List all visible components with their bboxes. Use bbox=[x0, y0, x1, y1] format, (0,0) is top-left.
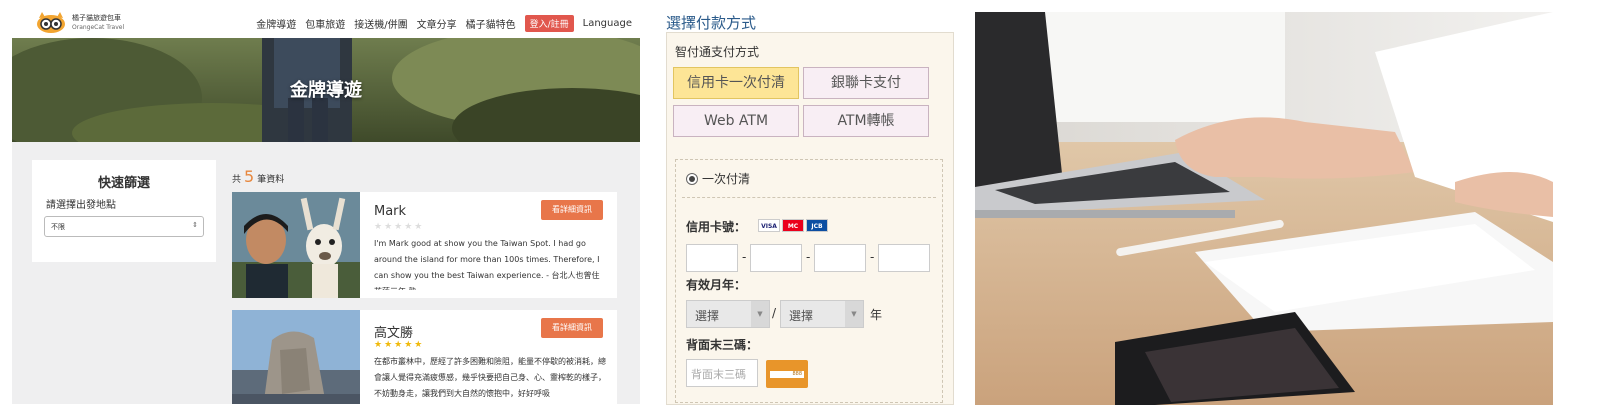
rating-stars: ★★★★★ bbox=[374, 340, 425, 350]
view-details-button[interactable]: 看詳細資訊 bbox=[541, 200, 603, 220]
jcb-icon: JCB bbox=[806, 219, 828, 232]
result-count: 共 5 筆資料 bbox=[232, 167, 284, 186]
view-details-button[interactable]: 看詳細資訊 bbox=[541, 318, 603, 338]
expiry-year-select[interactable]: 選擇 ▼ bbox=[780, 300, 864, 328]
payment-box: 智付通支付方式 信用卡一次付清 銀聯卡支付 Web ATM ATM轉帳 一次付清… bbox=[666, 32, 954, 405]
year-suffix: 年 bbox=[870, 308, 883, 322]
orange-cat-logo[interactable] bbox=[36, 12, 66, 34]
language-menu[interactable]: Language bbox=[583, 18, 632, 29]
credit-card-form: 一次付清 信用卡號： VISA MC JCB - - - 有效月年： 選擇 ▼ … bbox=[675, 159, 943, 403]
guide-description: I'm Mark good at show you the Taiwan Spo… bbox=[374, 239, 600, 290]
nav-item-articles[interactable]: 文章分享 bbox=[417, 16, 457, 31]
hero-title: 金牌導遊 bbox=[290, 80, 362, 101]
screenshot-collage: 橘子貓旅遊包車 OrangeCat Travel 金牌導遊 包車旅遊 接送機/併… bbox=[0, 0, 1600, 415]
result-count-suffix: 筆資料 bbox=[257, 175, 285, 185]
dash-separator: - bbox=[742, 250, 747, 264]
card-number-label: 信用卡號： bbox=[686, 220, 747, 234]
visa-icon: VISA bbox=[758, 219, 780, 232]
select-arrows-icon: ⇕ bbox=[192, 221, 198, 229]
tab-unionpay[interactable]: 銀聯卡支付 bbox=[803, 67, 929, 99]
brand-name-en: OrangeCat Travel bbox=[72, 24, 125, 31]
slash-separator: / bbox=[772, 306, 777, 320]
quick-filter-panel: 快速篩選 請選擇出發地點 不限 ⇕ bbox=[32, 160, 216, 262]
nav-menu: 金牌導遊 包車旅遊 接送機/併團 文章分享 橘子貓特色 登入/註冊 Langua… bbox=[256, 15, 632, 32]
radio-selected-icon[interactable] bbox=[686, 172, 698, 185]
mastercard-icon: MC bbox=[782, 219, 804, 232]
tab-atm-transfer[interactable]: ATM轉帳 bbox=[803, 105, 929, 137]
departure-label: 請選擇出發地點 bbox=[46, 200, 116, 211]
card-number-input-4[interactable] bbox=[878, 244, 930, 272]
chevron-down-icon: ▼ bbox=[845, 301, 863, 327]
dash-separator: - bbox=[870, 250, 875, 264]
one-time-payment-option[interactable]: 一次付清 bbox=[686, 170, 750, 187]
nav-item-airport-transfer[interactable]: 接送機/併團 bbox=[354, 16, 407, 31]
expiry-month-value: 選擇 bbox=[695, 309, 720, 323]
cvv-hint-number: 888 bbox=[770, 371, 804, 378]
cvv-input[interactable]: 背面末三碼 bbox=[686, 359, 758, 387]
rating-stars: ★★★★★ bbox=[374, 222, 425, 232]
dash-separator: - bbox=[806, 250, 811, 264]
guide-photo[interactable] bbox=[232, 310, 360, 404]
guide-name: 高文勝 bbox=[374, 326, 414, 341]
card-brand-logos: VISA MC JCB bbox=[758, 219, 828, 232]
payment-panel: 選擇付款方式 智付通支付方式 信用卡一次付清 銀聯卡支付 Web ATM ATM… bbox=[662, 10, 960, 405]
cvv-hint-card-icon: 888 bbox=[766, 360, 808, 388]
brand-name-zh: 橘子貓旅遊包車 bbox=[72, 14, 121, 22]
chevron-down-icon: ▼ bbox=[751, 301, 769, 327]
tab-credit-card-full[interactable]: 信用卡一次付清 bbox=[673, 67, 799, 99]
expiry-label: 有效月年： bbox=[686, 278, 747, 292]
laptop-work-photo bbox=[975, 12, 1553, 405]
payment-provider-title: 智付通支付方式 bbox=[675, 45, 760, 59]
card-number-input-2[interactable] bbox=[750, 244, 802, 272]
departure-select-value: 不限 bbox=[51, 223, 65, 231]
card-number-input-1[interactable] bbox=[686, 244, 738, 272]
guide-photo[interactable] bbox=[232, 192, 360, 298]
tab-web-atm[interactable]: Web ATM bbox=[673, 105, 799, 137]
one-time-payment-label: 一次付清 bbox=[702, 172, 751, 186]
guide-description: 在都市叢林中，歷經了許多困難和險阻，能量不停歇的被消耗，總會讓人覺得充滿疲憊感，… bbox=[374, 357, 606, 398]
divider bbox=[682, 197, 936, 198]
guide-card[interactable]: Mark ★★★★★ I'm Mark good at show you the… bbox=[232, 192, 617, 298]
nav-item-features[interactable]: 橘子貓特色 bbox=[466, 16, 516, 31]
travel-site-panel: 橘子貓旅遊包車 OrangeCat Travel 金牌導遊 包車旅遊 接送機/併… bbox=[12, 10, 640, 404]
hero-banner: 金牌導遊 bbox=[12, 38, 640, 142]
guide-name: Mark bbox=[374, 204, 407, 219]
nav-item-gold-guide[interactable]: 金牌導遊 bbox=[256, 16, 296, 31]
payment-method-title: 選擇付款方式 bbox=[666, 14, 757, 32]
guide-card[interactable]: 高文勝 ★★★★★ 在都市叢林中，歷經了許多困難和險阻，能量不停歇的被消耗，總會… bbox=[232, 310, 617, 404]
result-count-number: 5 bbox=[244, 167, 255, 186]
nav-item-charter[interactable]: 包車旅遊 bbox=[305, 16, 345, 31]
card-number-input-3[interactable] bbox=[814, 244, 866, 272]
brand-name[interactable]: 橘子貓旅遊包車 OrangeCat Travel bbox=[72, 14, 124, 32]
expiry-year-value: 選擇 bbox=[789, 309, 814, 323]
cvv-label: 背面末三碼： bbox=[686, 338, 759, 352]
expiry-month-select[interactable]: 選擇 ▼ bbox=[686, 300, 770, 328]
login-register-button[interactable]: 登入/註冊 bbox=[524, 15, 574, 32]
filter-title: 快速篩選 bbox=[97, 176, 150, 191]
result-count-prefix: 共 bbox=[232, 175, 242, 185]
departure-select[interactable]: 不限 ⇕ bbox=[44, 216, 204, 237]
top-navbar: 橘子貓旅遊包車 OrangeCat Travel 金牌導遊 包車旅遊 接送機/併… bbox=[12, 10, 640, 38]
